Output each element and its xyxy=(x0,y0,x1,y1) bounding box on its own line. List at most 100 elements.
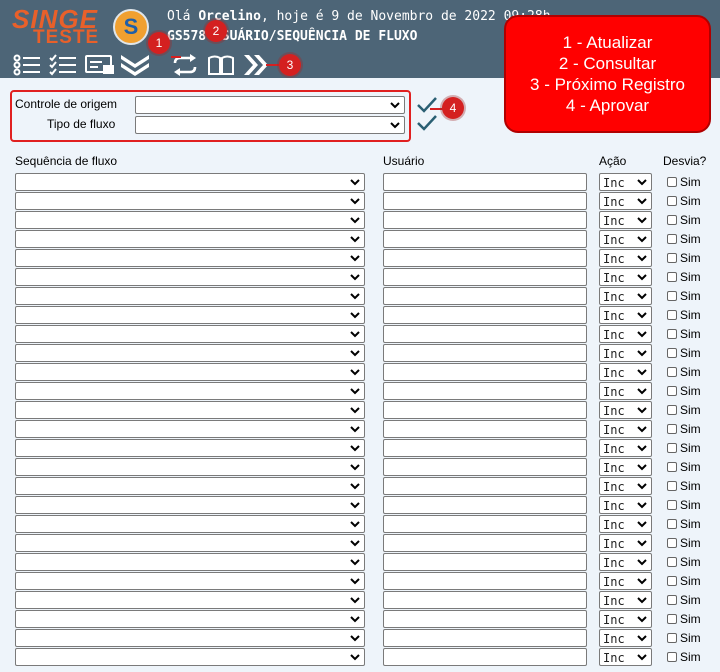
sequence-select[interactable] xyxy=(15,439,365,457)
action-select[interactable]: Inc xyxy=(599,496,652,514)
user-input[interactable] xyxy=(383,420,587,438)
user-input[interactable] xyxy=(383,249,587,267)
user-input[interactable] xyxy=(383,534,587,552)
deviate-checkbox[interactable] xyxy=(667,386,677,396)
action-select[interactable]: Inc xyxy=(599,401,652,419)
user-input[interactable] xyxy=(383,401,587,419)
sequence-select[interactable] xyxy=(15,306,365,324)
user-input[interactable] xyxy=(383,287,587,305)
action-select[interactable]: Inc xyxy=(599,230,652,248)
sequence-select[interactable] xyxy=(15,648,365,666)
action-select[interactable]: Inc xyxy=(599,477,652,495)
action-select[interactable]: Inc xyxy=(599,192,652,210)
sequence-select[interactable] xyxy=(15,363,365,381)
sequence-select[interactable] xyxy=(15,496,365,514)
sequence-select[interactable] xyxy=(15,591,365,609)
sequence-select[interactable] xyxy=(15,211,365,229)
sequence-select[interactable] xyxy=(15,610,365,628)
sequence-select[interactable] xyxy=(15,287,365,305)
deviate-checkbox[interactable] xyxy=(667,215,677,225)
user-input[interactable] xyxy=(383,211,587,229)
action-select[interactable]: Inc xyxy=(599,458,652,476)
deviate-checkbox[interactable] xyxy=(667,367,677,377)
action-select[interactable]: Inc xyxy=(599,344,652,362)
user-input[interactable] xyxy=(383,363,587,381)
deviate-checkbox[interactable] xyxy=(667,443,677,453)
flow-type-select[interactable] xyxy=(135,116,405,134)
deviate-checkbox[interactable] xyxy=(667,329,677,339)
deviate-checkbox[interactable] xyxy=(667,234,677,244)
deviate-checkbox[interactable] xyxy=(667,595,677,605)
action-select[interactable]: Inc xyxy=(599,610,652,628)
book-icon[interactable] xyxy=(206,53,236,77)
user-input[interactable] xyxy=(383,496,587,514)
action-select[interactable]: Inc xyxy=(599,382,652,400)
deviate-checkbox[interactable] xyxy=(667,405,677,415)
user-input[interactable] xyxy=(383,382,587,400)
sequence-select[interactable] xyxy=(15,382,365,400)
action-select[interactable]: Inc xyxy=(599,515,652,533)
user-input[interactable] xyxy=(383,230,587,248)
user-input[interactable] xyxy=(383,610,587,628)
user-input[interactable] xyxy=(383,572,587,590)
sequence-select[interactable] xyxy=(15,192,365,210)
card-icon[interactable] xyxy=(84,53,114,77)
deviate-checkbox[interactable] xyxy=(667,500,677,510)
deviate-checkbox[interactable] xyxy=(667,519,677,529)
user-input[interactable] xyxy=(383,648,587,666)
action-select[interactable]: Inc xyxy=(599,553,652,571)
action-select[interactable]: Inc xyxy=(599,534,652,552)
deviate-checkbox[interactable] xyxy=(667,424,677,434)
deviate-checkbox[interactable] xyxy=(667,462,677,472)
deviate-checkbox[interactable] xyxy=(667,481,677,491)
sequence-select[interactable] xyxy=(15,325,365,343)
user-input[interactable] xyxy=(383,325,587,343)
deviate-checkbox[interactable] xyxy=(667,614,677,624)
action-select[interactable]: Inc xyxy=(599,325,652,343)
user-input[interactable] xyxy=(383,439,587,457)
checklist-icon[interactable] xyxy=(48,53,78,77)
deviate-checkbox[interactable] xyxy=(667,633,677,643)
sequence-select[interactable] xyxy=(15,268,365,286)
user-input[interactable] xyxy=(383,477,587,495)
user-input[interactable] xyxy=(383,553,587,571)
deviate-checkbox[interactable] xyxy=(667,272,677,282)
deviate-checkbox[interactable] xyxy=(667,196,677,206)
action-select[interactable]: Inc xyxy=(599,363,652,381)
action-select[interactable]: Inc xyxy=(599,572,652,590)
user-input[interactable] xyxy=(383,268,587,286)
sequence-select[interactable] xyxy=(15,420,365,438)
deviate-checkbox[interactable] xyxy=(667,538,677,548)
sequence-select[interactable] xyxy=(15,344,365,362)
user-input[interactable] xyxy=(383,515,587,533)
sequence-select[interactable] xyxy=(15,477,365,495)
list-icon[interactable] xyxy=(12,53,42,77)
action-select[interactable]: Inc xyxy=(599,211,652,229)
deviate-checkbox[interactable] xyxy=(667,348,677,358)
action-select[interactable]: Inc xyxy=(599,439,652,457)
user-input[interactable] xyxy=(383,629,587,647)
deviate-checkbox[interactable] xyxy=(667,177,677,187)
sequence-select[interactable] xyxy=(15,572,365,590)
action-select[interactable]: Inc xyxy=(599,173,652,191)
sequence-select[interactable] xyxy=(15,629,365,647)
action-select[interactable]: Inc xyxy=(599,629,652,647)
deviate-checkbox[interactable] xyxy=(667,576,677,586)
action-select[interactable]: Inc xyxy=(599,648,652,666)
action-select[interactable]: Inc xyxy=(599,268,652,286)
user-input[interactable] xyxy=(383,344,587,362)
deviate-checkbox[interactable] xyxy=(667,557,677,567)
user-input[interactable] xyxy=(383,306,587,324)
deviate-checkbox[interactable] xyxy=(667,310,677,320)
sequence-select[interactable] xyxy=(15,458,365,476)
sequence-select[interactable] xyxy=(15,249,365,267)
sequence-select[interactable] xyxy=(15,534,365,552)
origin-select[interactable] xyxy=(135,96,405,114)
sequence-select[interactable] xyxy=(15,515,365,533)
approve-check-icon[interactable] xyxy=(416,96,438,114)
sequence-select[interactable] xyxy=(15,401,365,419)
sequence-select[interactable] xyxy=(15,553,365,571)
deviate-checkbox[interactable] xyxy=(667,253,677,263)
user-input[interactable] xyxy=(383,458,587,476)
user-input[interactable] xyxy=(383,591,587,609)
